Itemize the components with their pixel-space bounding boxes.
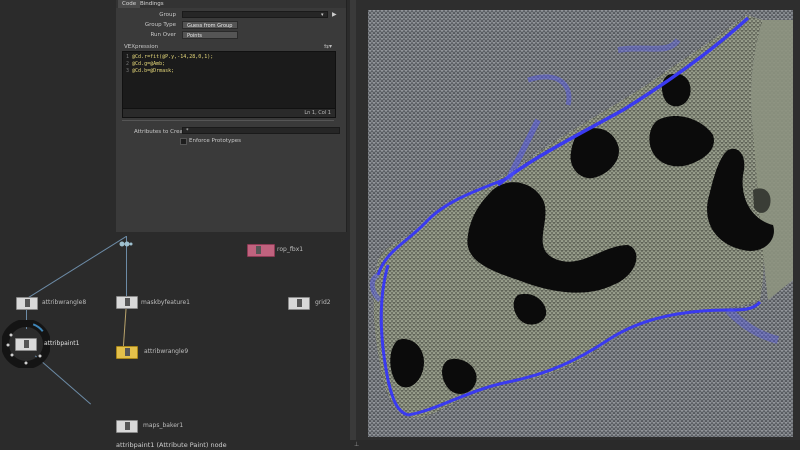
vex-code-editor[interactable]: 1 @Cd.r=fit(@P.y,-14,28,0,1); 2 @Cd.g=@A…	[122, 51, 336, 109]
node-maps-baker1[interactable]	[116, 420, 138, 433]
tab-bar: Code Bindings	[116, 0, 346, 8]
cursor-position: Ln 1, Col 1	[304, 110, 331, 116]
viewport-status-bar: ⊥	[350, 440, 800, 450]
wire	[22, 236, 127, 302]
separator	[122, 120, 334, 121]
node-grid2[interactable]	[288, 297, 310, 310]
node-label: attribwrangle8	[42, 299, 87, 306]
node-label: maskbyfeature1	[141, 299, 190, 306]
painted-terrain-mesh[interactable]	[368, 10, 793, 437]
dropdown-arrow-icon[interactable]: ▾	[321, 12, 324, 18]
node-label: grid2	[315, 299, 331, 306]
node-label: attribwrangle9	[144, 348, 189, 355]
node-attribwrangle8[interactable]	[16, 297, 38, 310]
attributes-to-create-field[interactable]: *	[182, 127, 340, 134]
group-type-label: Group Type	[144, 22, 176, 28]
node-attribwrangle9[interactable]	[116, 346, 138, 359]
attributes-to-create-label: Attributes to Create	[134, 129, 189, 135]
run-over-label: Run Over	[150, 32, 176, 38]
code-line: 1 @Cd.r=fit(@P.y,-14,28,0,1);	[126, 54, 214, 60]
code-status-bar: Ln 1, Col 1	[122, 108, 336, 118]
pin-icon[interactable]: ⊥	[354, 441, 359, 448]
enforce-prototypes-label: Enforce Prototypes	[189, 138, 241, 144]
viewport-left-strip	[350, 0, 356, 450]
group-field[interactable]	[182, 11, 328, 18]
wire	[122, 302, 127, 350]
node-maskbyfeature1[interactable]	[116, 296, 138, 309]
parameter-panel: Code Bindings Group ▾ ▶ Group Type Guess…	[116, 0, 347, 232]
group-type-dropdown[interactable]: Guess from Group	[182, 21, 238, 29]
node-attribpaint1[interactable]	[15, 338, 37, 351]
vexpression-label: VEXpression	[124, 44, 159, 50]
node-input-connector[interactable]	[119, 232, 133, 247]
select-arrow-icon[interactable]: ▶	[332, 11, 337, 18]
code-line: 3 @Cd.b=@Drmask;	[126, 68, 175, 74]
node-info-text: attribpaint1 (Attribute Paint) node	[116, 441, 227, 449]
run-over-dropdown[interactable]: Points	[182, 31, 238, 39]
code-line: 2 @Cd.g=@Amb;	[126, 61, 166, 67]
node-label: maps_baker1	[143, 422, 184, 429]
node-label: rop_fbx1	[277, 246, 304, 253]
group-label: Group	[159, 12, 176, 18]
code-menu-icon[interactable]: ⇆▾	[324, 43, 332, 50]
tab-bindings[interactable]: Bindings	[136, 0, 168, 8]
node-label: attribpaint1	[44, 340, 80, 347]
node-rop-fbx1[interactable]	[247, 244, 275, 257]
enforce-prototypes-checkbox[interactable]	[180, 138, 187, 145]
